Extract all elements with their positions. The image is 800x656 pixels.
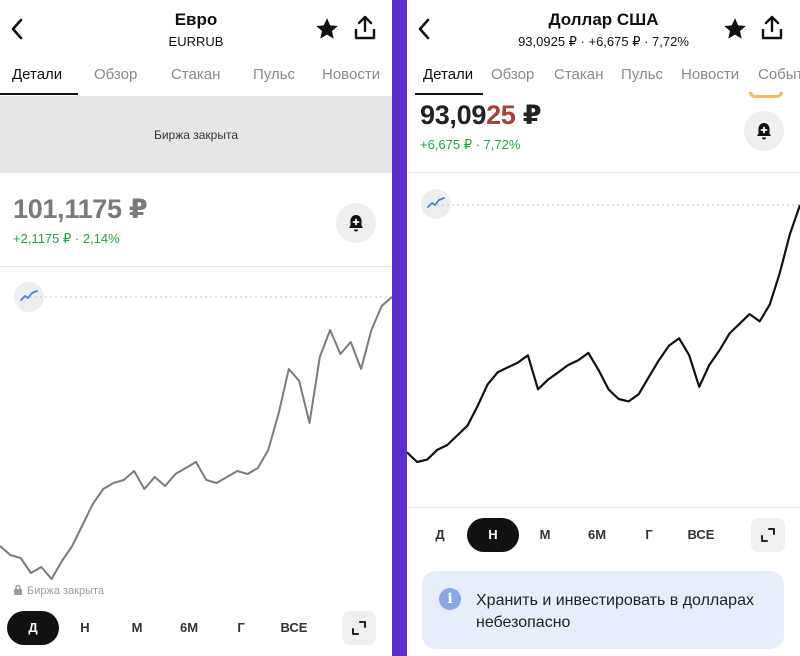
chart-status: Биржа закрыта — [13, 584, 104, 597]
exchange-closed-banner: Биржа закрыта — [0, 96, 392, 173]
tab-events[interactable]: Событ — [758, 66, 800, 83]
star-icon[interactable] — [314, 16, 340, 42]
price-alert-button[interactable] — [336, 203, 376, 243]
price-main: 93,09 — [420, 100, 487, 130]
active-tab-indicator — [415, 93, 483, 95]
bell-plus-icon — [349, 215, 363, 232]
usd-price-chart[interactable] — [407, 195, 800, 507]
period-week[interactable]: Н — [63, 611, 107, 645]
usd-header: Доллар США 93,0925 ₽ · +6,675 ₽ · 7,72% — [407, 0, 800, 58]
fullscreen-button[interactable] — [751, 518, 785, 552]
chart-status-text: Биржа закрыта — [27, 585, 105, 597]
tab-details[interactable]: Детали — [12, 66, 62, 83]
tab-overview[interactable]: Обзор — [94, 66, 137, 83]
period-6-months[interactable]: 6М — [573, 518, 621, 552]
period-month[interactable]: М — [115, 611, 159, 645]
period-all[interactable]: ВСЕ — [675, 518, 727, 552]
price-change: +6,675 ₽ · 7,72% — [420, 137, 521, 152]
info-notice[interactable]: i Хранить и инвестировать в долларах неб… — [422, 571, 784, 649]
euro-price-chart[interactable] — [0, 285, 392, 585]
price-currency: ₽ — [515, 100, 542, 130]
panel-divider — [392, 0, 407, 656]
period-day[interactable]: Д — [419, 518, 461, 552]
tab-order-book[interactable]: Стакан — [171, 66, 220, 83]
info-notice-text: Хранить и инвестировать в долларах небез… — [476, 592, 754, 631]
usd-panel: Доллар США 93,0925 ₽ · +6,675 ₽ · 7,72% … — [407, 0, 800, 656]
fullscreen-button[interactable] — [342, 611, 376, 645]
divider-line — [407, 172, 800, 173]
usd-tabs: Детали Обзор Стакан Пульс Новости Событ — [407, 58, 800, 96]
period-month[interactable]: М — [523, 518, 567, 552]
tab-order-book[interactable]: Стакан — [554, 66, 603, 83]
period-week[interactable]: Н — [467, 518, 519, 552]
divider-line — [407, 507, 800, 508]
euro-tabs: Детали Обзор Стакан Пульс Новости — [0, 58, 392, 96]
price-changing-digits: 25 — [486, 100, 516, 130]
tab-pulse[interactable]: Пульс — [621, 66, 663, 83]
price-alert-button[interactable] — [744, 111, 784, 151]
euro-panel: Евро EURRUB Детали Обзор Стакан Пульс Но… — [0, 0, 392, 656]
current-price: 101,1175 ₽ — [13, 194, 148, 224]
period-year[interactable]: Г — [219, 611, 263, 645]
period-day[interactable]: Д — [7, 611, 59, 645]
tab-news[interactable]: Новости — [681, 66, 739, 83]
bell-plus-icon — [757, 123, 771, 140]
divider-line — [0, 266, 392, 267]
share-icon[interactable] — [759, 14, 785, 42]
tab-overview[interactable]: Обзор — [491, 66, 534, 83]
star-icon[interactable] — [722, 16, 748, 42]
current-price: 93,0925 ₽ — [420, 100, 542, 131]
tab-pulse[interactable]: Пульс — [253, 66, 295, 83]
partial-badge — [749, 92, 783, 102]
price-series-line — [0, 296, 392, 580]
period-all[interactable]: ВСЕ — [268, 611, 320, 645]
expand-icon — [761, 528, 775, 542]
price-change: +2,1175 ₽ · 2,14% — [13, 231, 120, 246]
info-icon: i — [439, 588, 461, 610]
active-tab-indicator — [0, 93, 78, 95]
tab-details[interactable]: Детали — [423, 66, 473, 83]
euro-header: Евро EURRUB — [0, 0, 392, 58]
tab-news[interactable]: Новости — [322, 66, 380, 83]
exchange-closed-text: Биржа закрыта — [153, 128, 239, 142]
price-series-line — [407, 204, 800, 464]
share-icon[interactable] — [352, 14, 378, 42]
period-6-months[interactable]: 6М — [166, 611, 212, 645]
period-year[interactable]: Г — [627, 518, 671, 552]
lock-icon — [14, 584, 22, 595]
expand-icon — [352, 621, 366, 635]
